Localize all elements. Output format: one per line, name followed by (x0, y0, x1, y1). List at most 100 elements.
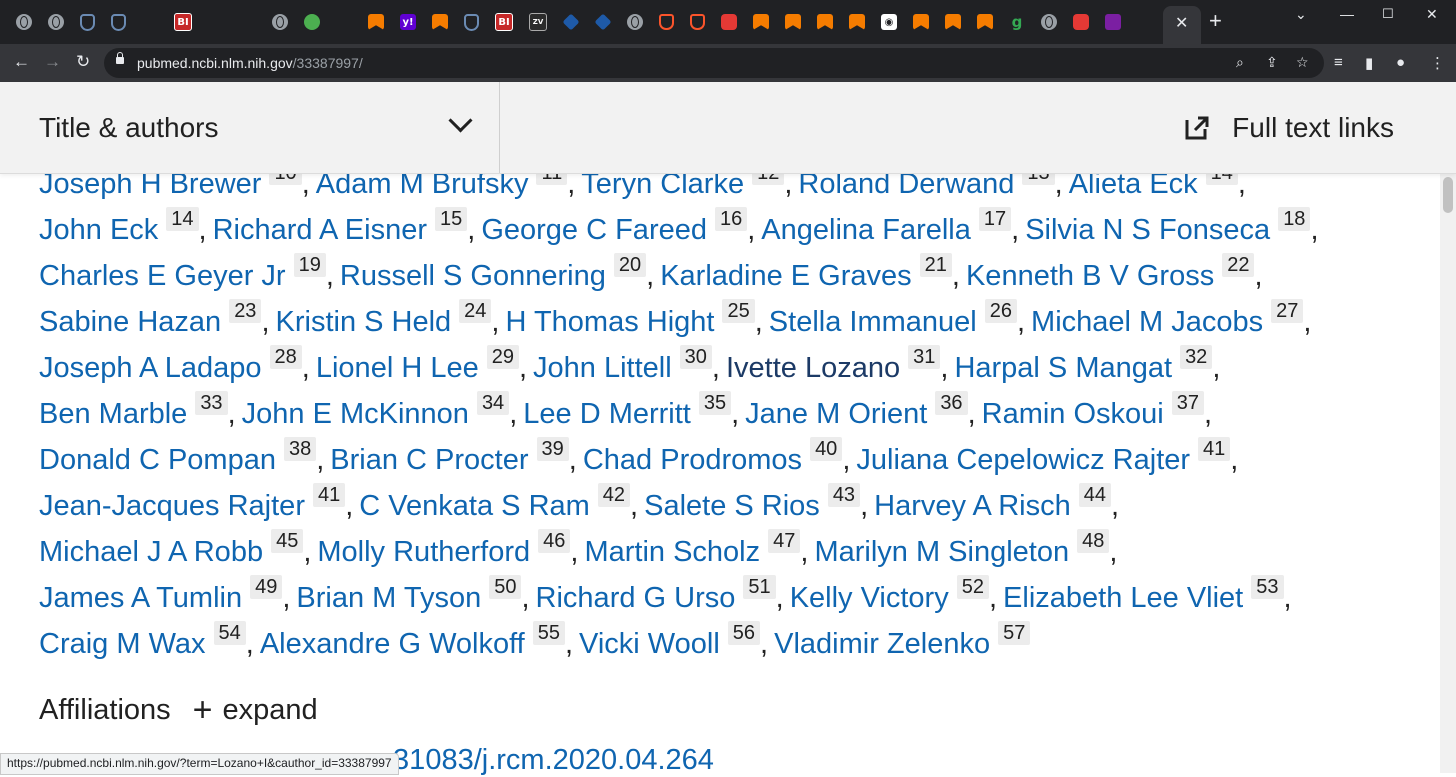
author-link[interactable]: Juliana Cepelowicz Rajter (856, 444, 1190, 476)
tab-favicon-bookmark-icon[interactable] (977, 14, 993, 30)
affiliation-number[interactable]: 23 (229, 299, 262, 323)
bookmark-star-icon[interactable]: ☆ (1296, 54, 1309, 71)
author-link[interactable]: Richard G Urso (536, 582, 736, 614)
affiliation-number[interactable]: 21 (919, 253, 952, 277)
affiliation-number[interactable]: 25 (722, 299, 755, 323)
affiliation-number[interactable]: 26 (984, 299, 1017, 323)
author-link[interactable]: Kenneth B V Gross (966, 260, 1214, 292)
affiliation-number[interactable]: 54 (213, 621, 246, 645)
affiliation-number[interactable]: 49 (250, 575, 283, 599)
tab-favicon-shield-icon[interactable] (464, 13, 479, 31)
affiliation-number[interactable]: 35 (698, 391, 732, 415)
author-link[interactable]: Russell S Gonnering (340, 260, 606, 292)
affiliation-number[interactable]: 31 (908, 345, 941, 369)
author-link[interactable]: H Thomas Hight (505, 306, 714, 338)
menu-icon[interactable]: ⋮ (1430, 54, 1445, 72)
author-link[interactable]: Michael M Jacobs (1031, 306, 1263, 338)
author-link[interactable]: Elizabeth Lee Vliet (1003, 582, 1243, 614)
author-link[interactable]: Charles E Geyer Jr (39, 260, 286, 292)
author-link[interactable]: John Eck (39, 214, 158, 246)
tab-favicon-globe-icon[interactable] (1041, 14, 1057, 30)
plus-icon[interactable]: + (193, 693, 213, 727)
title-authors-dropdown[interactable]: Title & authors (0, 82, 500, 173)
author-link[interactable]: Alexandre G Wolkoff (260, 628, 525, 660)
window-close-icon[interactable]: ✕ (1426, 6, 1438, 23)
affiliation-number[interactable]: 14 (166, 207, 199, 231)
tab-favicon-bookmark-icon[interactable] (849, 14, 865, 30)
author-link[interactable]: C Venkata S Ram (359, 490, 590, 522)
author-link[interactable]: Joseph A Ladapo (39, 352, 262, 384)
affiliation-number[interactable]: 42 (597, 483, 631, 507)
author-link[interactable]: Michael J A Robb (39, 536, 263, 568)
doi-link[interactable]: .31083/j.rcm.2020.04.264 (385, 744, 714, 777)
tab-favicon-green-g-icon[interactable]: g (1009, 13, 1025, 31)
minimize-icon[interactable]: — (1340, 6, 1354, 22)
affiliation-number[interactable]: 56 (727, 621, 761, 645)
affiliation-number[interactable]: 36 (935, 391, 968, 415)
tab-favicon-sq-icon[interactable]: ZV (529, 13, 547, 31)
affiliation-number[interactable]: 51 (743, 575, 776, 599)
tab-favicon-globe-icon[interactable] (16, 14, 32, 30)
tab-favicon-search-icon[interactable] (240, 14, 256, 30)
affiliation-number[interactable]: 45 (271, 529, 304, 553)
author-link[interactable]: Vladimir Zelenko (774, 628, 990, 660)
forward-icon[interactable]: → (44, 52, 61, 72)
affiliation-number[interactable]: 24 (459, 299, 492, 323)
affiliation-number[interactable]: 17 (978, 207, 1012, 231)
tab-favicon-bi-icon[interactable]: BI (495, 13, 513, 31)
affiliation-number[interactable]: 18 (1278, 207, 1311, 231)
affiliation-number[interactable]: 30 (679, 345, 712, 369)
tab-favicon-bi-icon[interactable]: BI (174, 13, 192, 31)
tab-favicon-bookmark-icon[interactable] (785, 14, 801, 30)
author-link[interactable]: George C Fareed (481, 214, 707, 246)
author-link[interactable]: Jane M Orient (745, 398, 927, 430)
full-text-links-button[interactable]: Full text links (1184, 112, 1394, 144)
tab-favicon-shield-icon[interactable] (111, 13, 126, 31)
back-icon[interactable]: ← (13, 52, 30, 72)
close-tab-icon[interactable]: ✕ (1175, 13, 1188, 33)
tab-favicon-bookmark-icon[interactable] (945, 14, 961, 30)
tab-search-icon[interactable]: ⌄ (1295, 6, 1307, 23)
affiliation-number[interactable]: 27 (1271, 299, 1304, 323)
author-link[interactable]: Marilyn M Singleton (814, 536, 1069, 568)
author-link[interactable]: Jean-Jacques Rajter (39, 490, 305, 522)
tab-favicon-yahoo-icon[interactable]: y! (400, 14, 416, 30)
tab-favicon-globe-icon[interactable] (272, 14, 288, 30)
author-link[interactable]: John E McKinnon (242, 398, 469, 430)
author-link[interactable]: Lionel H Lee (316, 352, 479, 384)
author-link[interactable]: Angelina Farella (761, 214, 971, 246)
zoom-icon[interactable]: ⌕ (1236, 54, 1244, 71)
tab-favicon-bookmark-icon[interactable] (913, 14, 929, 30)
tab-favicon-dark-icon[interactable]: ◉ (881, 14, 897, 30)
author-link[interactable]: Salete S Rios (644, 490, 820, 522)
affiliation-number[interactable]: 43 (827, 483, 861, 507)
tab-favicon-cube-icon[interactable] (562, 13, 580, 31)
author-link[interactable]: Ivette Lozano (726, 352, 900, 384)
affiliation-number[interactable]: 32 (1180, 345, 1213, 369)
side-panel-icon[interactable]: ▮ (1365, 54, 1373, 72)
reading-list-icon[interactable]: ≡ (1334, 54, 1343, 71)
expand-button[interactable]: expand (223, 694, 318, 727)
affiliation-number[interactable]: 46 (538, 529, 571, 553)
affiliation-number[interactable]: 50 (489, 575, 522, 599)
affiliation-number[interactable]: 41 (312, 483, 346, 507)
affiliation-number[interactable]: 34 (476, 391, 510, 415)
affiliation-number[interactable]: 52 (956, 575, 989, 599)
tab-favicon-bookmark-icon[interactable] (753, 14, 769, 30)
scrollbar-thumb[interactable] (1443, 177, 1453, 213)
author-link[interactable]: Ben Marble (39, 398, 187, 430)
affiliation-number[interactable]: 47 (768, 529, 801, 553)
author-link[interactable]: Chad Prodromos (583, 444, 802, 476)
author-link[interactable]: Richard A Eisner (213, 214, 427, 246)
reload-icon[interactable]: ↻ (76, 52, 90, 72)
affiliation-number[interactable]: 57 (998, 621, 1031, 645)
address-bar[interactable]: pubmed.ncbi.nlm.nih.gov/33387997/ ⌕ ⇪ ☆ (104, 48, 1324, 78)
tab-favicon-shield-icon[interactable] (80, 13, 95, 31)
author-link[interactable]: Harpal S Mangat (954, 352, 1172, 384)
author-link[interactable]: Lee D Merritt (523, 398, 691, 430)
affiliation-number[interactable]: 20 (613, 253, 647, 277)
author-link[interactable]: John Littell (533, 352, 672, 384)
affiliation-number[interactable]: 44 (1078, 483, 1112, 507)
affiliation-number[interactable]: 33 (195, 391, 228, 415)
affiliation-number[interactable]: 28 (269, 345, 302, 369)
